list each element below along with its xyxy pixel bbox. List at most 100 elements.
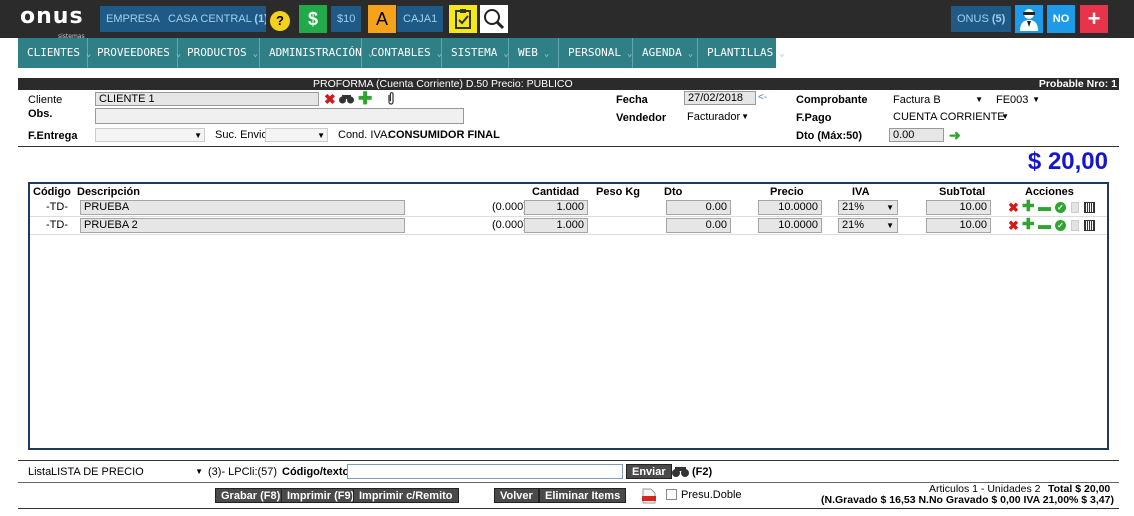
enviar-label: Enviar (632, 466, 666, 478)
codigo-texto-input[interactable] (347, 464, 623, 479)
lista-select[interactable]: LISTA DE PRECIO ▼ (51, 465, 205, 479)
row-cantidad-input[interactable]: 1.000 (524, 200, 588, 215)
cliente-label: Cliente (28, 94, 63, 106)
empresa-label: EMPRESA (106, 13, 160, 25)
grabar-button[interactable]: Grabar (F8) (215, 488, 287, 503)
minus-row-icon[interactable]: ▬ (1038, 199, 1051, 214)
nav-personal[interactable]: PERSONAL ⌄ (559, 38, 633, 68)
barcode-row-icon[interactable] (1084, 202, 1095, 213)
items-grid: Código Descripción Cantidad Peso Kg Dto … (28, 182, 1109, 450)
nav-plantillas[interactable]: PLANTILLAS ⌄ (698, 38, 785, 68)
document-row-icon[interactable] (1071, 220, 1079, 231)
tasks-button[interactable] (449, 5, 477, 33)
no-button[interactable]: NO (1047, 5, 1075, 33)
caja-button[interactable]: CAJA1 (397, 6, 444, 32)
clear-client-icon[interactable]: ✖ (324, 91, 336, 108)
chevron-down-icon: ⌄ (543, 49, 550, 59)
nav-web[interactable]: WEB ⌄ (509, 38, 559, 68)
empresa-button[interactable]: EMPRESA (100, 6, 166, 32)
nav-sistema[interactable]: SISTEMA ⌄ (442, 38, 509, 68)
check-row-icon[interactable]: ✓ (1055, 220, 1066, 231)
row-subtotal-input[interactable]: 10.00 (926, 218, 991, 233)
clipboard-check-icon (455, 9, 471, 29)
nav-proveedores[interactable]: PROVEEDORES ⌄ (88, 38, 181, 68)
a-button[interactable]: A (368, 5, 396, 33)
presu-doble-label: Presu.Doble (681, 489, 742, 501)
vendedor-select[interactable]: Facturador ▼ (687, 110, 751, 124)
add-row-icon[interactable]: ✚ (1022, 199, 1035, 214)
delete-row-icon[interactable]: ✖ (1008, 218, 1019, 233)
help-button[interactable]: ? (266, 5, 294, 33)
row-iva-select[interactable]: 21% ▼ (838, 200, 898, 215)
row-descripcion-input[interactable]: PRUEBA 2 (80, 218, 405, 233)
nav-contables[interactable]: CONTABLES ⌄ (362, 38, 442, 68)
add-button[interactable]: + (1080, 5, 1108, 33)
row-cantidad: 1.000 (556, 219, 584, 231)
binoculars-icon[interactable] (672, 466, 689, 477)
codigo-texto-label: Código/texto (282, 466, 350, 478)
fpago-select[interactable]: CUENTA CORRIENTE ▼ (893, 110, 1011, 124)
cash-button[interactable]: $ (299, 5, 327, 33)
paperclip-icon[interactable] (387, 92, 395, 105)
comprobante-code-value: FE003 (996, 94, 1029, 106)
nav-label: AGENDA (642, 46, 682, 59)
col-precio: Precio (770, 186, 804, 198)
onus-logo[interactable]: onus sistemas (20, 6, 85, 41)
row-descripcion-input[interactable]: PRUEBA (80, 200, 405, 215)
fentrega-select[interactable]: ▼ (95, 128, 205, 142)
nav-clientes[interactable]: CLIENTES ⌄ (18, 38, 91, 68)
search-button[interactable] (480, 5, 508, 33)
row-precio: 10.0000 (778, 219, 818, 231)
arrow-right-icon[interactable]: ➜ (949, 127, 961, 144)
row-subtotal-input[interactable]: 10.00 (926, 200, 991, 215)
nav-productos[interactable]: PRODUCTOS ⌄ (178, 38, 260, 68)
dto-value: 0.00 (893, 129, 915, 141)
help-icon: ? (270, 11, 290, 31)
balance-button[interactable]: $10 (331, 6, 362, 32)
onus-user-button[interactable]: ONUS (5) (951, 6, 1012, 32)
fecha-today-link[interactable]: <- (758, 92, 767, 103)
add-client-icon[interactable]: ✚ (358, 89, 372, 109)
obs-textarea[interactable] (95, 108, 464, 124)
imprimir-remito-button[interactable]: Imprimir c/Remito (353, 488, 459, 503)
row-subtotal: 10.00 (959, 201, 987, 213)
delete-row-icon[interactable]: ✖ (1008, 200, 1019, 215)
pdf-icon[interactable] (642, 488, 656, 504)
binoculars-icon[interactable] (339, 94, 354, 104)
row-precio-input[interactable]: 10.0000 (758, 200, 822, 215)
suc-envio-select[interactable]: ▼ (265, 128, 328, 142)
check-row-icon[interactable]: ✓ (1055, 202, 1066, 213)
fecha-input[interactable]: 27/02/2018 (684, 91, 756, 105)
eliminar-items-label: Eliminar Items (545, 490, 621, 502)
chevron-down-icon: ⌄ (503, 49, 509, 59)
dto-input[interactable]: 0.00 (889, 128, 944, 142)
chevron-down-icon: ▼ (317, 131, 325, 140)
chevron-down-icon: ▼ (886, 221, 894, 230)
row-dto-input[interactable]: 0.00 (666, 218, 731, 233)
row-dto-input[interactable]: 0.00 (666, 200, 731, 215)
casa-central-button[interactable]: CASA CENTRAL (1) (162, 6, 274, 32)
minus-row-icon[interactable]: ▬ (1038, 217, 1051, 232)
row-cantidad-input[interactable]: 1.000 (524, 218, 588, 233)
row-iva: 21% (842, 219, 865, 231)
volver-button[interactable]: Volver (494, 488, 539, 503)
row-precio-input[interactable]: 10.0000 (758, 218, 822, 233)
comprobante-code-select[interactable]: FE003 ▼ (996, 93, 1042, 107)
cliente-input[interactable]: CLIENTE 1 (95, 92, 319, 106)
document-row-icon[interactable] (1071, 202, 1079, 213)
eliminar-items-button[interactable]: Eliminar Items (539, 488, 627, 503)
nav-administracion[interactable]: ADMINISTRACIÓN ⌄ (260, 38, 373, 68)
nav-label: PROVEEDORES (97, 46, 170, 59)
imprimir-button[interactable]: Imprimir (F9) (281, 488, 361, 503)
fpago-label: F.Pago (796, 112, 832, 124)
comprobante-select[interactable]: Factura B ▼ (893, 93, 985, 107)
nav-agenda[interactable]: AGENDA ⌄ (633, 38, 698, 68)
row-stock: (0.000) (492, 219, 527, 231)
user-avatar-button[interactable] (1015, 5, 1043, 33)
enviar-button[interactable]: Enviar (626, 464, 672, 479)
barcode-row-icon[interactable] (1084, 220, 1095, 231)
presu-doble-checkbox[interactable] (666, 489, 677, 500)
chevron-down-icon: ▼ (195, 467, 203, 476)
add-row-icon[interactable]: ✚ (1022, 217, 1035, 232)
row-iva-select[interactable]: 21% ▼ (838, 218, 898, 233)
